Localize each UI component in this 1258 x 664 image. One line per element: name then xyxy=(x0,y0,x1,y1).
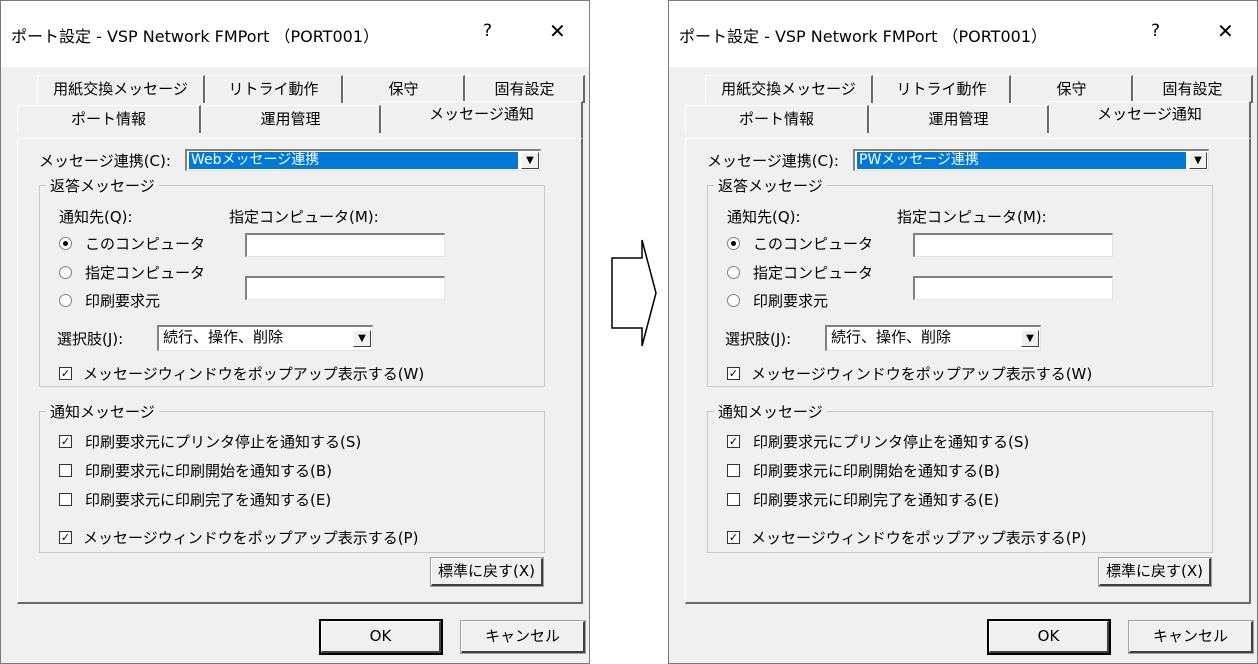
ok-button[interactable]: OK xyxy=(319,619,443,655)
chevron-down-icon[interactable]: ▼ xyxy=(1021,330,1039,347)
choice-value: 続行、操作、削除 xyxy=(831,328,952,346)
title-bar: ポート設定 - VSP Network FMPort （PORT001） ? ✕ xyxy=(1,1,589,67)
radio-print-origin-label: 印刷要求元 xyxy=(85,292,161,310)
cancel-button[interactable]: キャンセル xyxy=(460,620,586,654)
notify-stop-label: 印刷要求元にプリンタ停止を通知する(S) xyxy=(753,433,1030,451)
chevron-down-icon[interactable]: ▼ xyxy=(353,330,371,347)
tab-paper-exchange-message[interactable]: 用紙交換メッセージ xyxy=(37,75,205,103)
choice-dropdown[interactable]: 続行、操作、削除 ▼ xyxy=(825,325,1041,351)
port-settings-dialog-after: ポート設定 - VSP Network FMPort （PORT001） ? ✕… xyxy=(668,0,1258,664)
cancel-button[interactable]: キャンセル xyxy=(1128,620,1254,654)
tab-maintenance[interactable]: 保守 xyxy=(343,75,465,103)
help-icon[interactable]: ? xyxy=(483,21,492,41)
notify-popup-label: メッセージウィンドウをポップアップ表示する(P) xyxy=(751,529,1087,547)
notify-to-label: 通知先(Q): xyxy=(727,208,801,226)
radio-specified-computer-label: 指定コンピュータ xyxy=(753,264,874,282)
notify-to-label: 通知先(Q): xyxy=(59,208,133,226)
close-icon[interactable]: ✕ xyxy=(1217,19,1234,43)
notify-popup-checkbox[interactable]: ✓ xyxy=(727,531,740,544)
tab-retry-action[interactable]: リトライ動作 xyxy=(873,75,1011,103)
tab-specific-settings[interactable]: 固有設定 xyxy=(1133,75,1253,103)
message-link-dropdown[interactable]: Webメッセージ連携 ▼ xyxy=(185,149,541,171)
tab-operation-management[interactable]: 運用管理 xyxy=(201,105,381,133)
notify-done-checkbox[interactable] xyxy=(727,493,740,506)
choice-value: 続行、操作、削除 xyxy=(163,328,284,346)
notify-done-label: 印刷要求元に印刷完了を通知する(E) xyxy=(753,491,1000,509)
notify-start-checkbox[interactable] xyxy=(59,464,72,477)
message-link-value: PWメッセージ連携 xyxy=(857,152,1186,169)
tab-message-notification[interactable]: メッセージ通知 xyxy=(381,101,583,139)
reply-popup-checkbox[interactable]: ✓ xyxy=(59,367,72,380)
tab-operation-management[interactable]: 運用管理 xyxy=(869,105,1049,133)
radio-this-computer[interactable] xyxy=(59,237,72,250)
message-link-value: Webメッセージ連携 xyxy=(189,152,518,169)
reply-popup-checkbox[interactable]: ✓ xyxy=(727,367,740,380)
tab-paper-exchange-message[interactable]: 用紙交換メッセージ xyxy=(705,75,873,103)
message-link-label: メッセージ連携(C): xyxy=(707,152,839,170)
window-title: ポート設定 - VSP Network FMPort （PORT001） xyxy=(11,27,379,46)
tab-retry-action[interactable]: リトライ動作 xyxy=(205,75,343,103)
radio-this-computer[interactable] xyxy=(727,237,740,250)
tab-port-info[interactable]: ポート情報 xyxy=(685,105,869,133)
choice-label: 選択肢(J): xyxy=(725,330,792,348)
tab-specific-settings[interactable]: 固有設定 xyxy=(465,75,585,103)
reset-default-button[interactable]: 標準に戻す(X) xyxy=(1098,557,1212,587)
tab-message-notification[interactable]: メッセージ通知 xyxy=(1049,101,1251,139)
message-link-label: メッセージ連携(C): xyxy=(39,152,171,170)
right-arrow-icon xyxy=(611,239,657,347)
radio-print-origin[interactable] xyxy=(727,294,740,307)
window-title: ポート設定 - VSP Network FMPort （PORT001） xyxy=(679,27,1047,46)
title-bar: ポート設定 - VSP Network FMPort （PORT001） ? ✕ xyxy=(669,1,1257,67)
help-icon[interactable]: ? xyxy=(1151,21,1160,41)
notify-start-checkbox[interactable] xyxy=(727,464,740,477)
notify-start-label: 印刷要求元に印刷開始を通知する(B) xyxy=(85,462,332,480)
radio-specified-computer[interactable] xyxy=(727,266,740,279)
notify-stop-checkbox[interactable]: ✓ xyxy=(59,435,72,448)
close-icon[interactable]: ✕ xyxy=(549,19,566,43)
message-link-dropdown[interactable]: PWメッセージ連携 ▼ xyxy=(853,149,1209,171)
tab-port-info[interactable]: ポート情報 xyxy=(17,105,201,133)
ok-button[interactable]: OK xyxy=(987,619,1111,655)
notify-done-label: 印刷要求元に印刷完了を通知する(E) xyxy=(85,491,332,509)
reply-message-group-label: 返答メッセージ xyxy=(46,175,159,196)
reset-default-button[interactable]: 標準に戻す(X) xyxy=(430,557,544,587)
choice-label: 選択肢(J): xyxy=(57,330,124,348)
radio-specified-computer-label: 指定コンピュータ xyxy=(85,264,206,282)
radio-specified-computer[interactable] xyxy=(59,266,72,279)
chevron-down-icon[interactable]: ▼ xyxy=(521,152,539,169)
notify-start-label: 印刷要求元に印刷開始を通知する(B) xyxy=(753,462,1000,480)
chevron-down-icon[interactable]: ▼ xyxy=(1189,152,1207,169)
notify-message-group-label: 通知メッセージ xyxy=(714,401,827,422)
choice-dropdown[interactable]: 続行、操作、削除 ▼ xyxy=(157,325,373,351)
specified-computer-label: 指定コンピュータ(M): xyxy=(897,208,1047,226)
radio-this-computer-label: このコンピュータ xyxy=(85,235,206,253)
radio-print-origin[interactable] xyxy=(59,294,72,307)
notify-popup-checkbox[interactable]: ✓ xyxy=(59,531,72,544)
reply-message-group-label: 返答メッセージ xyxy=(714,175,827,196)
reply-popup-label: メッセージウィンドウをポップアップ表示する(W) xyxy=(751,365,1093,383)
specified-computer-input-1[interactable] xyxy=(245,233,445,257)
notify-stop-label: 印刷要求元にプリンタ停止を通知する(S) xyxy=(85,433,362,451)
specified-computer-label: 指定コンピュータ(M): xyxy=(229,208,379,226)
specified-computer-input-1[interactable] xyxy=(913,233,1113,257)
notify-message-group-label: 通知メッセージ xyxy=(46,401,159,422)
notify-stop-checkbox[interactable]: ✓ xyxy=(727,435,740,448)
notify-done-checkbox[interactable] xyxy=(59,493,72,506)
tab-maintenance[interactable]: 保守 xyxy=(1011,75,1133,103)
specified-computer-input-2[interactable] xyxy=(913,276,1113,300)
notify-popup-label: メッセージウィンドウをポップアップ表示する(P) xyxy=(83,529,419,547)
specified-computer-input-2[interactable] xyxy=(245,276,445,300)
port-settings-dialog-before: ポート設定 - VSP Network FMPort （PORT001） ? ✕… xyxy=(0,0,590,664)
radio-this-computer-label: このコンピュータ xyxy=(753,235,874,253)
radio-print-origin-label: 印刷要求元 xyxy=(753,292,829,310)
reply-popup-label: メッセージウィンドウをポップアップ表示する(W) xyxy=(83,365,425,383)
